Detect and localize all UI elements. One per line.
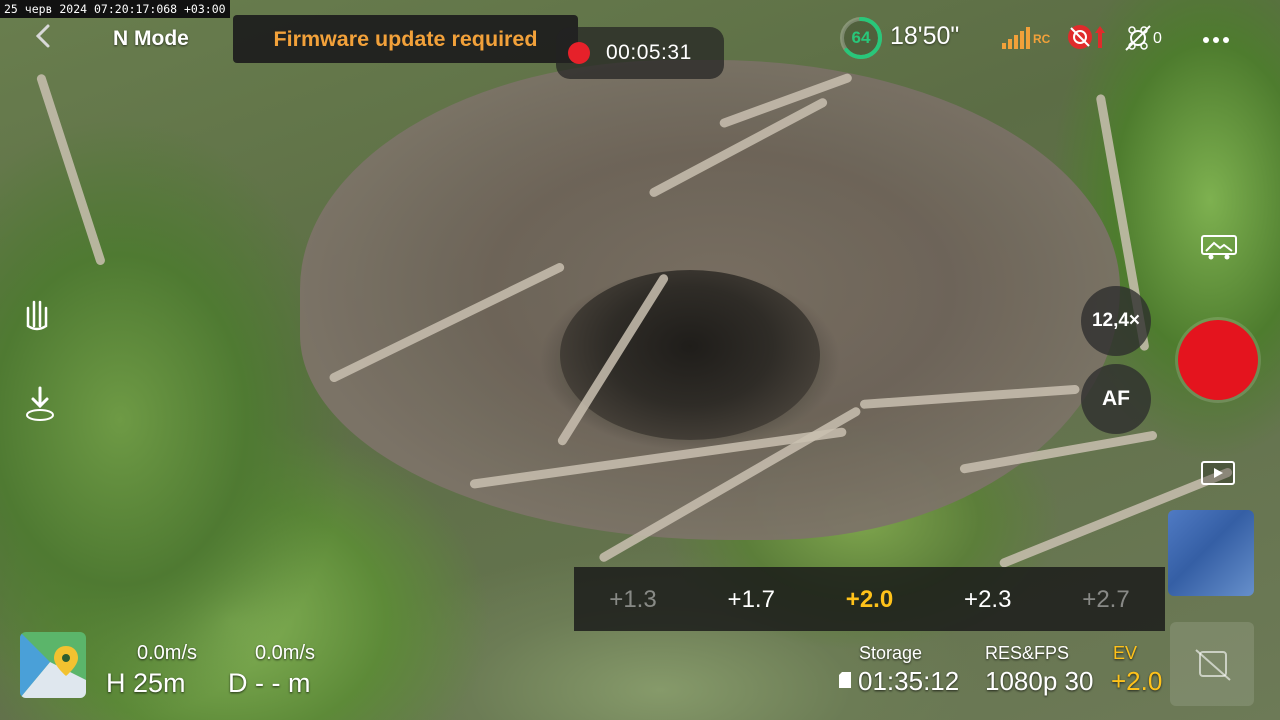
map-pin-icon <box>20 632 86 698</box>
vertical-speed: 0.0m/s <box>255 642 316 664</box>
hand-gesture-icon <box>26 300 48 331</box>
storage-icon <box>839 672 851 688</box>
gesture-button[interactable] <box>20 296 56 332</box>
landing-icon <box>26 386 54 421</box>
height-readout: H 25m <box>106 668 186 698</box>
horizontal-speed: 0.0m/s <box>137 642 198 664</box>
resfps-value: 1080p 30 <box>985 666 1094 696</box>
more-icon <box>1223 37 1229 43</box>
ev-option[interactable]: +2.0 <box>825 586 915 614</box>
osd-timestamp: 25 черв 2024 07:20:17:068 +03:00 <box>0 0 230 18</box>
signal-label: RC <box>1033 32 1051 46</box>
mute-button[interactable] <box>1170 622 1254 706</box>
ev-option[interactable]: +2.3 <box>943 586 1033 614</box>
signal-icon[interactable]: RC <box>1002 24 1054 50</box>
more-icon <box>1203 37 1209 43</box>
warning-icon[interactable] <box>1066 22 1112 52</box>
back-button[interactable] <box>30 22 58 50</box>
map-button[interactable] <box>20 632 86 698</box>
media-thumbnail[interactable] <box>1168 510 1254 596</box>
flight-time-remaining: 18'50" <box>890 22 960 50</box>
resfps-label: RES&FPS <box>985 643 1070 663</box>
record-dot-icon <box>568 42 590 64</box>
landing-button[interactable] <box>22 384 58 424</box>
distance-readout: D - - m <box>228 668 311 698</box>
battery-percent: 64 <box>851 28 871 47</box>
focus-mode-button[interactable]: AF <box>1081 364 1151 434</box>
ev-option[interactable]: +1.3 <box>588 586 678 614</box>
ev-ruler[interactable]: +1.3 +1.7 +2.0 +2.3 +2.7 <box>574 567 1165 631</box>
dugout-opening <box>560 270 820 440</box>
record-time: 00:05:31 <box>606 41 692 64</box>
ev-option[interactable]: +1.7 <box>706 586 796 614</box>
firmware-update-banner[interactable]: Firmware update required <box>233 15 578 63</box>
gallery-icon[interactable] <box>1200 232 1238 260</box>
mute-icon <box>1195 649 1231 681</box>
ev-option[interactable]: +2.7 <box>1061 586 1151 614</box>
recording-indicator: 00:05:31 <box>556 27 724 79</box>
record-button[interactable] <box>1178 320 1258 400</box>
storage-remaining: 01:35:12 <box>858 666 960 696</box>
ev-label: EV <box>1113 643 1138 663</box>
flight-mode[interactable]: N Mode <box>113 27 189 51</box>
storage-label: Storage <box>859 643 923 663</box>
zoom-button[interactable]: 12,4× <box>1081 286 1151 356</box>
more-button[interactable] <box>1203 30 1235 46</box>
obstacle-count: 0 <box>1153 30 1162 47</box>
ev-value: +2.0 <box>1111 666 1163 696</box>
back-icon <box>35 24 50 48</box>
playback-icon[interactable] <box>1200 460 1236 486</box>
more-icon <box>1213 37 1219 43</box>
